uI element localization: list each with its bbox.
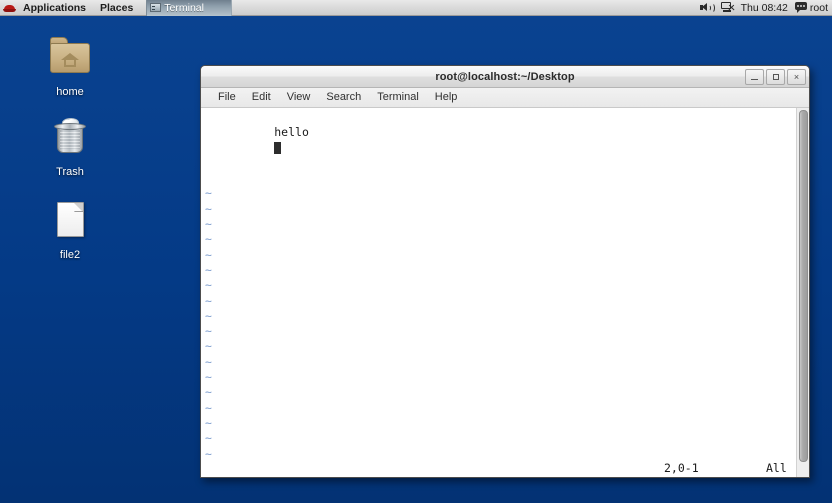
applications-menu[interactable]: Applications: [16, 0, 93, 16]
vim-scroll-position: All: [766, 460, 787, 475]
trash-bin-icon: [46, 113, 94, 161]
terminal-body[interactable]: hello ~ ~ ~ ~ ~ ~ ~ ~ ~ ~ ~ ~ ~ ~ ~ ~ ~ ~ 2,0-1 All: [201, 108, 809, 477]
vim-empty-lines: ~ ~ ~ ~ ~ ~ ~ ~ ~ ~ ~ ~ ~ ~ ~ ~ ~ ~: [205, 141, 796, 462]
vim-blank-line: [205, 171, 796, 186]
network-disconnected-icon: [720, 2, 735, 13]
vim-status-line: 2,0-1 All: [201, 461, 796, 476]
window-title-bar[interactable]: root@localhost:~/Desktop ×: [201, 66, 809, 88]
menu-item-search[interactable]: Search: [318, 89, 369, 106]
vim-empty-line-marker: ~: [205, 217, 212, 232]
vim-line-1: hello: [205, 110, 796, 139]
vim-empty-line-marker: ~: [205, 262, 212, 277]
window-controls: ×: [745, 69, 806, 85]
vim-empty-line-marker: ~: [205, 293, 212, 308]
vim-empty-line-marker: ~: [205, 278, 212, 293]
vim-empty-line-marker: ~: [205, 186, 212, 201]
taskbar: Terminal: [146, 0, 233, 16]
taskbar-item-terminal-label: Terminal: [164, 1, 204, 14]
vim-empty-line-marker: ~: [205, 324, 212, 339]
terminal-window[interactable]: root@localhost:~/Desktop × File Edit Vie…: [200, 65, 810, 478]
desktop[interactable]: Applications Places Terminal Thu 08:42 r…: [0, 0, 832, 503]
menu-item-file[interactable]: File: [210, 89, 244, 106]
vim-empty-line-marker: ~: [205, 339, 212, 354]
redhat-logo-icon[interactable]: [3, 1, 16, 14]
vim-empty-line-marker: ~: [205, 415, 212, 430]
top-panel: Applications Places Terminal Thu 08:42 r…: [0, 0, 832, 16]
minimize-icon: [751, 78, 758, 81]
vim-empty-line-marker: ~: [205, 400, 212, 415]
desktop-icon-home[interactable]: home: [24, 33, 116, 99]
maximize-icon: [772, 74, 779, 80]
speaker-icon: [699, 2, 715, 13]
places-menu-label: Places: [100, 1, 134, 14]
close-icon: ×: [793, 71, 800, 82]
user-chat-icon: [794, 2, 807, 13]
vim-line-1-text: hello: [274, 125, 309, 140]
vertical-scrollbar[interactable]: [796, 108, 809, 477]
desktop-icon-home-label: home: [56, 86, 84, 98]
minimize-button[interactable]: [745, 69, 764, 85]
vim-empty-line-marker: ~: [205, 232, 212, 247]
close-button[interactable]: ×: [787, 69, 806, 85]
volume-tray-item[interactable]: [699, 2, 715, 13]
menu-item-terminal[interactable]: Terminal: [369, 89, 427, 106]
menu-item-edit[interactable]: Edit: [244, 89, 279, 106]
vim-empty-line-marker: ~: [205, 201, 212, 216]
desktop-icon-file2[interactable]: file2: [24, 196, 116, 262]
vim-empty-line-marker: ~: [205, 370, 212, 385]
maximize-button[interactable]: [766, 69, 785, 85]
places-menu[interactable]: Places: [93, 0, 140, 16]
applications-menu-label: Applications: [23, 1, 87, 14]
user-menu-label: root: [809, 1, 828, 14]
system-tray: Thu 08:42 root: [699, 1, 832, 14]
folder-home-icon: [46, 33, 94, 81]
vim-cursor: [274, 141, 282, 154]
menu-item-help[interactable]: Help: [427, 89, 466, 106]
clock-label: Thu 08:42: [740, 1, 788, 14]
vim-empty-line-marker: ~: [205, 385, 212, 400]
menu-item-view[interactable]: View: [279, 89, 319, 106]
vim-empty-line-marker: ~: [205, 354, 212, 369]
network-tray-item[interactable]: [720, 2, 735, 13]
vim-editor-area[interactable]: hello ~ ~ ~ ~ ~ ~ ~ ~ ~ ~ ~ ~ ~ ~ ~ ~ ~ ~ 2,0-1 All: [201, 108, 796, 477]
desktop-icon-trash-label: Trash: [56, 166, 84, 178]
vim-ruler: 2,0-1: [664, 460, 699, 475]
vim-blank-line: [205, 156, 796, 171]
desktop-icon-file2-label: file2: [59, 249, 81, 261]
vim-empty-line-marker: ~: [205, 446, 212, 461]
vim-empty-line-marker: ~: [205, 247, 212, 262]
desktop-icon-trash[interactable]: Trash: [24, 113, 116, 179]
vim-blank-line: [205, 141, 796, 156]
vim-empty-line-marker: ~: [205, 308, 212, 323]
taskbar-item-terminal[interactable]: Terminal: [146, 0, 233, 16]
menu-bar: File Edit View Search Terminal Help: [201, 88, 809, 108]
scrollbar-thumb[interactable]: [799, 110, 808, 462]
user-menu[interactable]: root: [794, 1, 828, 14]
text-document-icon: [46, 196, 94, 244]
vim-empty-line-marker: ~: [205, 431, 212, 446]
terminal-window-icon: [150, 3, 162, 12]
window-title: root@localhost:~/Desktop: [435, 70, 575, 83]
clock[interactable]: Thu 08:42: [741, 2, 788, 14]
